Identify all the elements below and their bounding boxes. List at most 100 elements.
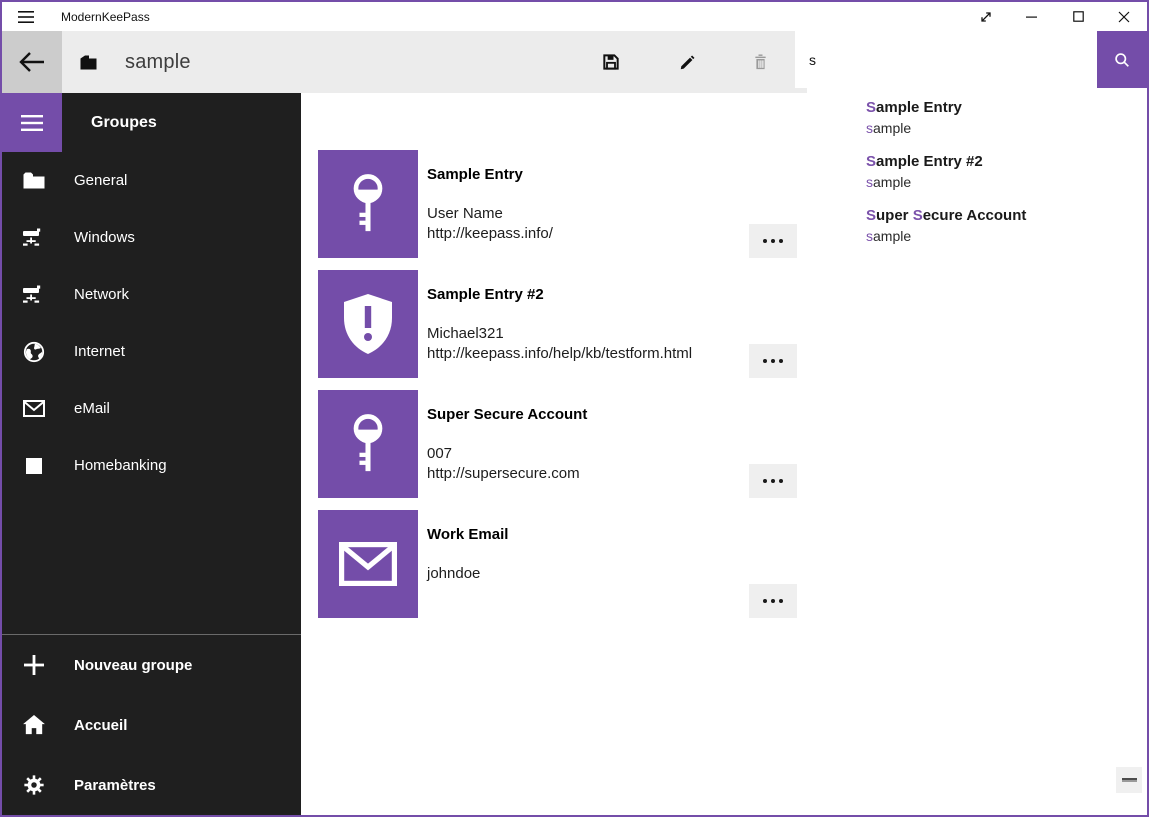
entry-url: http://keepass.info/: [427, 224, 553, 244]
minus-icon: [1122, 778, 1137, 782]
globe-icon: [22, 340, 46, 364]
entry-row[interactable]: Work Email johndoe: [318, 510, 797, 618]
sidebar-item-internet[interactable]: Internet: [2, 323, 301, 380]
sidebar-item-email[interactable]: eMail: [2, 380, 301, 437]
groups-heading: Groupes: [91, 114, 157, 132]
gear-icon: [22, 773, 46, 797]
title-bar: ModernKeePass: [2, 2, 1147, 31]
maximize-button[interactable]: [1055, 2, 1101, 31]
entry-more-button[interactable]: [749, 344, 797, 378]
search-icon: [1112, 50, 1132, 70]
edit-button[interactable]: [663, 31, 711, 93]
network-computer-icon: [22, 226, 46, 250]
entry-text: Sample Entry User Name http://keepass.in…: [427, 165, 553, 244]
sidebar-hamburger-button[interactable]: [2, 93, 62, 152]
sidebar-item-network[interactable]: Network: [2, 266, 301, 323]
save-button[interactable]: [587, 31, 635, 93]
search-button[interactable]: [1097, 31, 1147, 88]
sidebar-item-windows[interactable]: Windows: [2, 209, 301, 266]
sidebar-item-general[interactable]: General: [2, 152, 301, 209]
entry-tile[interactable]: [318, 390, 418, 498]
entry-title: Work Email: [427, 525, 508, 545]
plus-icon: [22, 653, 46, 677]
new-group-button[interactable]: Nouveau groupe: [2, 635, 301, 695]
square-icon: [22, 454, 46, 478]
search-result-title: Super Secure Account: [866, 206, 1147, 226]
entry-username: 007: [427, 444, 587, 464]
search-result-subtitle: sample: [866, 172, 1147, 192]
fullscreen-button[interactable]: [963, 2, 1009, 31]
entry-tile[interactable]: [318, 510, 418, 618]
entry-title: Super Secure Account: [427, 405, 587, 425]
app-title: ModernKeePass: [61, 10, 150, 24]
entry-text: Super Secure Account 007 http://supersec…: [427, 405, 587, 484]
semantic-zoom-out-button[interactable]: [1116, 767, 1142, 793]
delete-button[interactable]: [736, 31, 784, 93]
home-button[interactable]: Accueil: [2, 695, 301, 755]
search-result-title: Sample Entry #2: [866, 152, 1147, 172]
search-result[interactable]: Sample Entry #2 sample: [866, 152, 1147, 192]
database-icon: [80, 55, 97, 70]
sidebar-item-homebanking[interactable]: Homebanking: [2, 437, 301, 494]
settings-button[interactable]: Paramètres: [2, 755, 301, 815]
entry-title: Sample Entry #2: [427, 285, 692, 305]
entry-more-button[interactable]: [749, 584, 797, 618]
trash-icon: [751, 52, 770, 72]
hamburger-icon: [21, 115, 43, 131]
search-result-title: Sample Entry: [866, 98, 1147, 118]
back-button[interactable]: [2, 31, 62, 93]
entry-more-button[interactable]: [749, 224, 797, 258]
sidebar-action-label: Accueil: [74, 717, 127, 734]
entry-title: Sample Entry: [427, 165, 553, 185]
save-icon: [601, 52, 621, 72]
database-title: sample: [125, 51, 191, 74]
back-arrow-icon: [19, 51, 45, 73]
search-results-dropdown: Sample Entry sample Sample Entry #2 samp…: [807, 88, 1147, 272]
entry-username: Michael321: [427, 324, 692, 344]
home-icon: [22, 713, 46, 737]
sidebar-item-label: General: [74, 172, 127, 189]
entry-username: johndoe: [427, 564, 508, 584]
sidebar-item-label: Internet: [74, 343, 125, 360]
search-result[interactable]: Super Secure Account sample: [866, 206, 1147, 246]
database-header: sample: [80, 31, 191, 93]
entry-text: Sample Entry #2 Michael321 http://keepas…: [427, 285, 692, 364]
sidebar-item-label: eMail: [74, 400, 110, 417]
entry-row[interactable]: Super Secure Account 007 http://supersec…: [318, 390, 797, 498]
entry-more-button[interactable]: [749, 464, 797, 498]
folder-icon: [22, 169, 46, 193]
entry-row[interactable]: Sample Entry User Name http://keepass.in…: [318, 150, 797, 258]
entry-url: http://supersecure.com: [427, 464, 587, 484]
search-result-subtitle: sample: [866, 118, 1147, 138]
search-input[interactable]: [795, 31, 1097, 88]
minimize-button[interactable]: [1009, 2, 1055, 31]
titlebar-hamburger-icon[interactable]: [2, 2, 50, 31]
entry-username: User Name: [427, 204, 553, 224]
sidebar-header: Groupes: [2, 93, 301, 152]
entry-tile[interactable]: [318, 150, 418, 258]
app-window: ModernKeePass: [0, 0, 1149, 817]
entry-list: Sample Entry User Name http://keepass.in…: [318, 150, 797, 630]
entry-row[interactable]: Sample Entry #2 Michael321 http://keepas…: [318, 270, 797, 378]
command-bar: sample: [2, 31, 1147, 93]
entry-text: Work Email johndoe: [427, 525, 508, 584]
envelope-icon: [22, 397, 46, 421]
shield-alert-icon: [340, 294, 396, 354]
key-icon: [342, 413, 394, 475]
entry-url: http://keepass.info/help/kb/testform.htm…: [427, 344, 692, 364]
sidebar-item-label: Homebanking: [74, 457, 167, 474]
search-result[interactable]: Sample Entry sample: [866, 98, 1147, 138]
mail-icon: [339, 542, 397, 586]
sidebar-item-label: Windows: [74, 229, 135, 246]
sidebar-action-label: Nouveau groupe: [74, 657, 192, 674]
sidebar: Groupes General Windows: [2, 93, 301, 815]
network-computer-icon: [22, 283, 46, 307]
close-button[interactable]: [1101, 2, 1147, 31]
search-result-subtitle: sample: [866, 226, 1147, 246]
entry-tile[interactable]: [318, 270, 418, 378]
key-icon: [342, 173, 394, 235]
pencil-icon: [678, 53, 697, 72]
sidebar-action-label: Paramètres: [74, 777, 156, 794]
sidebar-item-label: Network: [74, 286, 129, 303]
sidebar-bottom: Nouveau groupe Accueil: [2, 634, 301, 815]
